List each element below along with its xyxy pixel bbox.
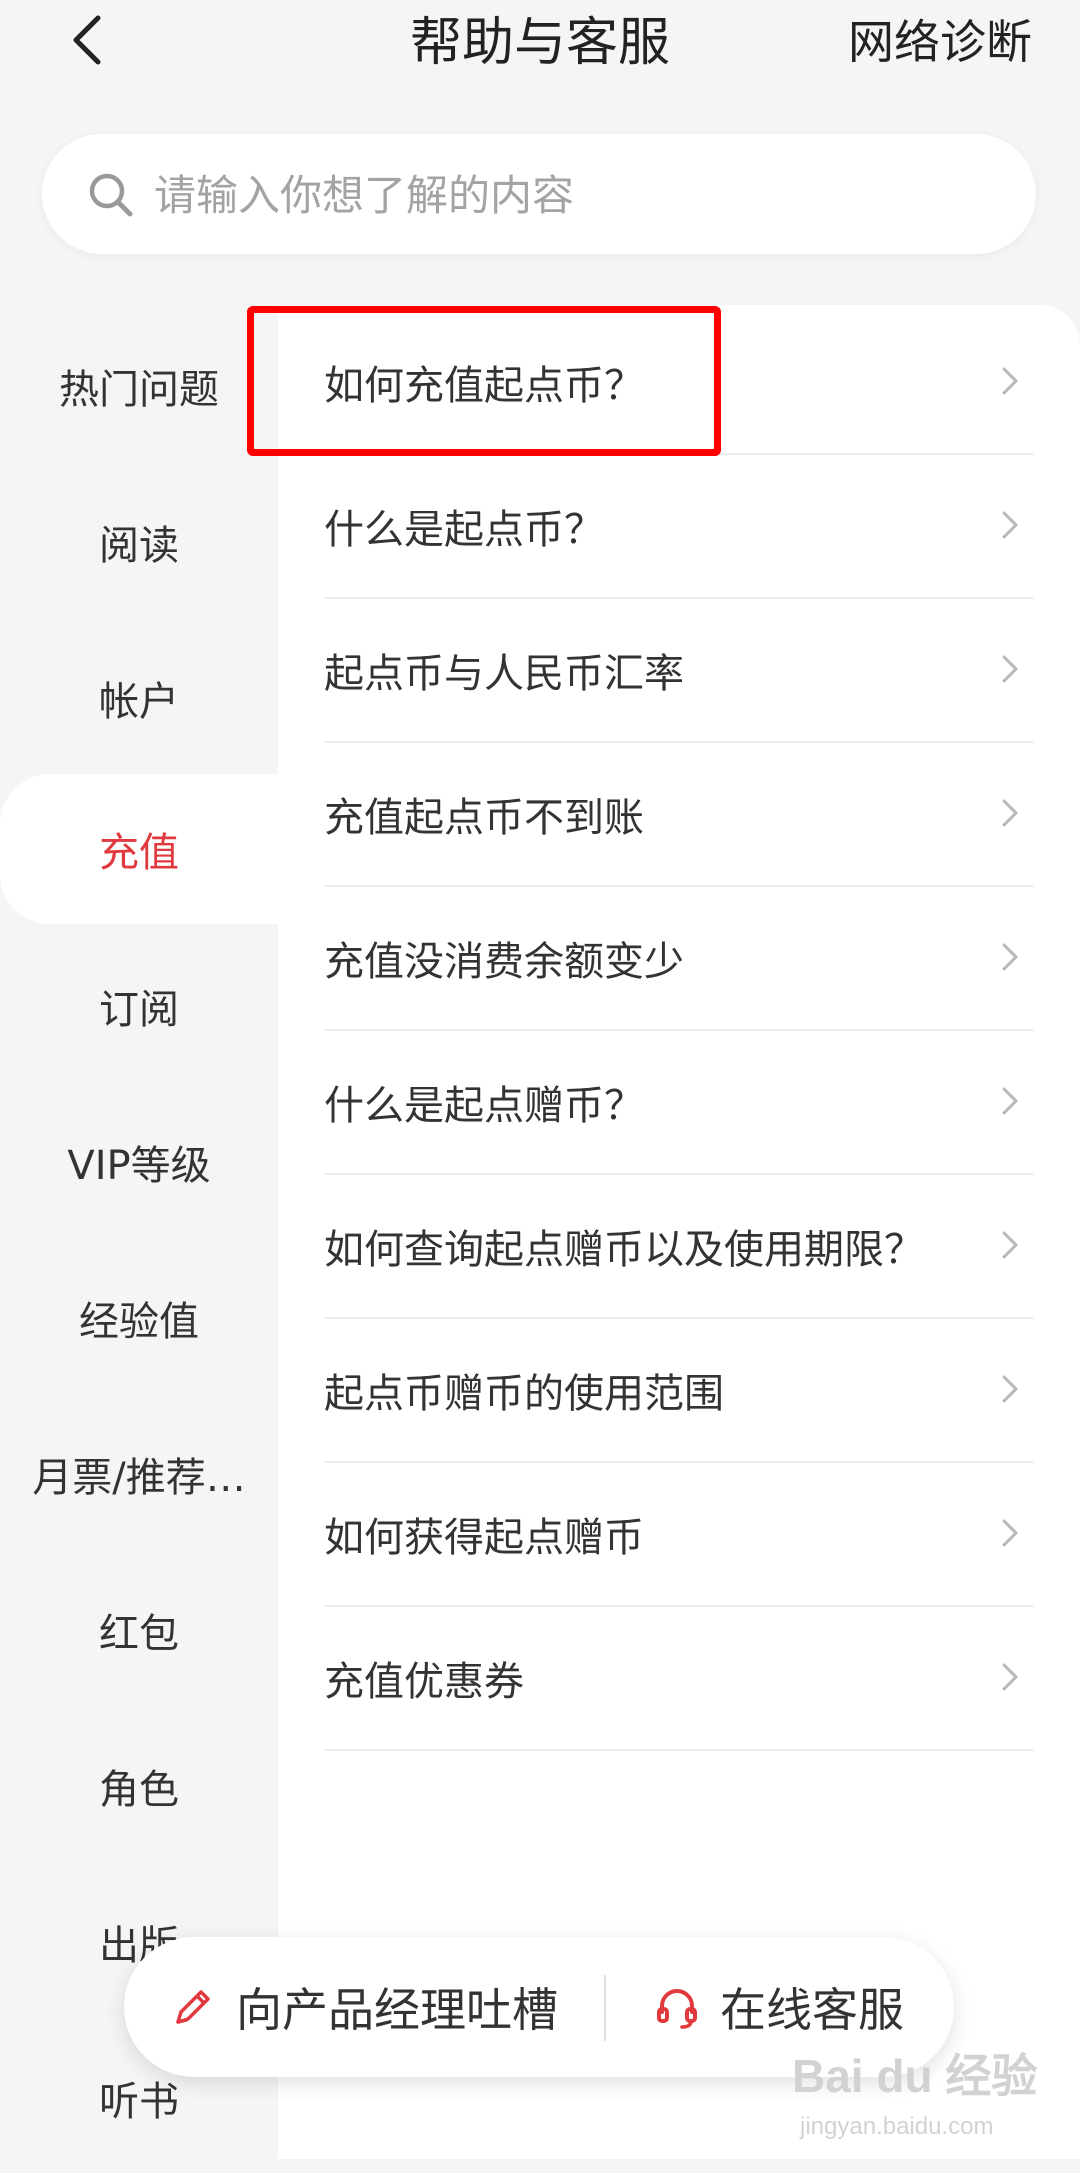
chevron-right-icon: [1002, 1663, 1018, 1691]
faq-item-label: 什么是起点币？: [324, 507, 604, 553]
faq-item-label: 起点币与人民币汇率: [324, 651, 684, 697]
faq-item-label: 起点币赠币的使用范围: [324, 1371, 724, 1417]
feedback-label: 向产品经理吐槽: [236, 1983, 558, 2037]
chevron-right-icon: [1002, 1231, 1018, 1259]
faq-item[interactable]: 如何查询起点赠币以及使用期限？: [324, 1173, 1034, 1319]
sidebar-item-recharge[interactable]: 充值: [0, 774, 278, 924]
chevron-right-icon: [1002, 1375, 1018, 1403]
faq-item-label: 什么是起点赠币？: [324, 1083, 644, 1129]
faq-item[interactable]: 充值没消费余额变少: [324, 885, 1034, 1031]
sidebar-item-monthly-ticket[interactable]: 月票/推荐…: [0, 1399, 278, 1549]
baidu-jingyan-watermark: Bai du 经验 jingyan.baidu.com: [792, 2050, 1037, 2140]
network-diagnosis-button[interactable]: 网络诊断: [848, 10, 1032, 74]
faq-item-label: 如何查询起点赠币以及使用期限？: [324, 1227, 924, 1273]
search-bar[interactable]: [42, 134, 1036, 254]
chevron-right-icon: [1002, 943, 1018, 971]
chevron-right-icon: [1002, 1519, 1018, 1547]
faq-item[interactable]: 起点币与人民币汇率: [324, 597, 1034, 743]
watermark-domain: jingyan.baidu.com: [799, 2113, 993, 2140]
header: 帮助与客服 网络诊断: [0, 0, 1080, 110]
sidebar-item-vip-level[interactable]: VIP等级: [0, 1087, 278, 1237]
sidebar-item-reading[interactable]: 阅读: [0, 467, 278, 617]
sidebar-item-experience[interactable]: 经验值: [0, 1243, 278, 1393]
faq-item-label: 如何获得起点赠币: [324, 1515, 644, 1561]
faq-list: 如何充值起点币？ 什么是起点币？ 起点币与人民币汇率 充值起点币不到账 充值没消…: [278, 305, 1080, 2159]
faq-item-label: 充值没消费余额变少: [324, 939, 684, 985]
sidebar-item-hot[interactable]: 热门问题: [0, 311, 278, 461]
faq-item-label: 充值起点币不到账: [324, 795, 644, 841]
faq-item[interactable]: 什么是起点赠币？: [324, 1029, 1034, 1175]
back-arrow-icon[interactable]: [60, 10, 120, 70]
chevron-right-icon: [1002, 799, 1018, 827]
faq-item[interactable]: 如何获得起点赠币: [324, 1461, 1034, 1607]
sidebar-item-subscribe[interactable]: 订阅: [0, 931, 278, 1081]
sidebar-item-red-packet[interactable]: 红包: [0, 1555, 278, 1705]
feedback-button[interactable]: 向产品经理吐槽: [168, 1937, 558, 2077]
sidebar-item-account[interactable]: 帐户: [0, 623, 278, 773]
sidebar-item-role[interactable]: 角色: [0, 1711, 278, 1861]
faq-item[interactable]: 什么是起点币？: [324, 453, 1034, 599]
faq-item-label: 充值优惠券: [324, 1659, 524, 1705]
search-icon: [89, 173, 133, 217]
chevron-right-icon: [1002, 1087, 1018, 1115]
chevron-right-icon: [1002, 655, 1018, 683]
headset-icon: [657, 1989, 697, 2029]
faq-item[interactable]: 如何充值起点币？: [324, 309, 1034, 455]
faq-item[interactable]: 充值优惠券: [324, 1605, 1034, 1751]
chevron-right-icon: [1002, 511, 1018, 539]
divider: [604, 1975, 606, 2041]
watermark-brand: Bai du 经验: [792, 2050, 1037, 2102]
category-sidebar: 热门问题 阅读 帐户 充值 订阅 VIP等级 经验值 月票/推荐… 红包 角色 …: [0, 305, 278, 2159]
pencil-icon: [176, 1990, 210, 2024]
search-input[interactable]: [152, 154, 996, 236]
faq-item-label: 如何充值起点币？: [324, 363, 644, 409]
faq-item[interactable]: 充值起点币不到账: [324, 741, 1034, 887]
faq-item[interactable]: 起点币赠币的使用范围: [324, 1317, 1034, 1463]
chevron-right-icon: [1002, 367, 1018, 395]
